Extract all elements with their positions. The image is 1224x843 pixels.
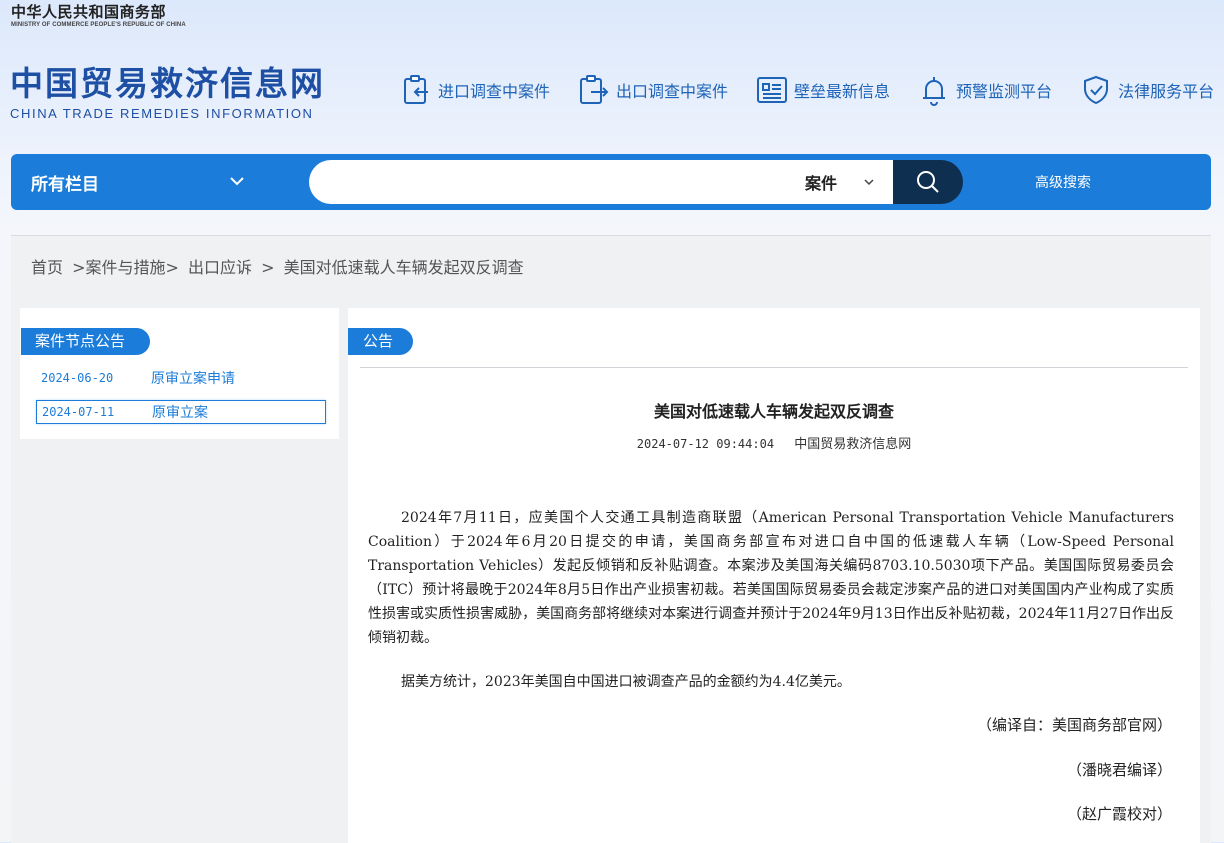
bell-icon: [923, 77, 946, 106]
article-paragraph: 2024年7月11日，应美国个人交通工具制造商联盟（American Perso…: [368, 510, 1174, 646]
case-node-panel: 案件节点公告 2024-06-20 原审立案申请 2024-07-11 原审立案: [20, 308, 339, 439]
article-title: 美国对低速载人车辆发起双反调查: [653, 402, 894, 421]
case-node-title: 案件节点公告: [21, 328, 150, 355]
article-tab: 公告: [348, 328, 413, 355]
nav-barrier-info[interactable]: 壁垒最新信息: [756, 72, 890, 108]
article-datetime: 2024-07-12 09:44:04: [636, 437, 775, 451]
site-title-cn: 中国贸易救济信息网: [10, 64, 325, 103]
nav-warning-platform[interactable]: 预警监测平台: [918, 72, 1052, 108]
case-node-date: 2024-07-11: [42, 405, 115, 419]
search-button[interactable]: [893, 160, 963, 204]
article-panel: 公告 美国对低速载人车辆发起双反调查 2024-07-12 09:44:04 中…: [348, 308, 1200, 843]
ministry-name-cn: 中华人民共和国商务部: [11, 3, 167, 21]
case-node-list: 2024-06-20 原审立案申请 2024-07-11 原审立案: [36, 366, 326, 434]
nav-export-cases-label: 出口调查中案件: [616, 82, 729, 101]
ministry-name-en: MINISTRY OF COMMERCE PEOPLE'S REPUBLIC O…: [11, 22, 186, 28]
case-node-label: 原审立案: [152, 405, 208, 421]
breadcrumb-cases[interactable]: >案件与措施>: [72, 258, 179, 277]
article-credit-source: （编译自：美国商务部官网）: [976, 716, 1172, 734]
case-node-item-active[interactable]: 2024-07-11 原审立案: [36, 400, 326, 424]
site-logo[interactable]: 中国贸易救济信息网 CHINA TRADE REMEDIES INFORMATI…: [10, 64, 325, 121]
nav-import-cases[interactable]: 进口调查中案件: [400, 72, 550, 108]
nav-warning-platform-label: 预警监测平台: [956, 82, 1053, 101]
export-case-icon: [580, 75, 609, 104]
chevron-down-icon: [230, 177, 244, 186]
article-source: 中国贸易救济信息网: [794, 437, 912, 452]
article-credit-proofreader: （赵广霞校对）: [1066, 805, 1172, 823]
category-select-label: 所有栏目: [31, 174, 99, 195]
breadcrumb-home[interactable]: 首页: [31, 258, 63, 277]
shield-check-icon: [1084, 75, 1109, 105]
barrier-info-icon: [757, 77, 788, 103]
site-title-en: CHINA TRADE REMEDIES INFORMATION: [10, 106, 314, 121]
nav-legal-platform-label: 法律服务平台: [1118, 82, 1215, 101]
nav-barrier-info-label: 壁垒最新信息: [794, 82, 891, 101]
nav-import-cases-label: 进口调查中案件: [438, 82, 551, 101]
advanced-search-link[interactable]: 高级搜索: [1035, 172, 1091, 192]
article-body: 2024年7月11日，应美国个人交通工具制造商联盟（American Perso…: [368, 506, 1174, 714]
search-bar: 所有栏目 案件 高级搜索: [11, 154, 1211, 210]
chevron-down-icon: [864, 179, 874, 186]
nav-export-cases[interactable]: 出口调查中案件: [578, 72, 728, 108]
search-box: 案件: [309, 160, 893, 204]
article-meta: 2024-07-12 09:44:04 中国贸易救济信息网: [348, 433, 1200, 452]
search-type-select[interactable]: 案件: [805, 160, 893, 204]
breadcrumb: 首页 >案件与措施> 出口应诉 > 美国对低速载人车辆发起双反调查: [31, 254, 528, 278]
divider: [360, 367, 1188, 368]
case-node-date: 2024-06-20: [41, 371, 114, 385]
import-case-icon: [404, 75, 428, 104]
breadcrumb-separator: >: [261, 258, 275, 277]
search-icon: [917, 171, 939, 193]
category-select[interactable]: 所有栏目: [31, 154, 244, 210]
article-paragraph: 据美方统计，2023年美国自中国进口被调查产品的金额约为4.4亿美元。: [401, 674, 851, 690]
article-credit-translator: （潘晓君编译）: [1066, 761, 1172, 779]
ministry-logo[interactable]: 中华人民共和国商务部 MINISTRY OF COMMERCE PEOPLE'S…: [11, 3, 186, 29]
nav-legal-platform[interactable]: 法律服务平台: [1080, 72, 1214, 108]
search-input[interactable]: [327, 168, 781, 198]
main-content: 首页 >案件与措施> 出口应诉 > 美国对低速载人车辆发起双反调查 案件节点公告…: [11, 235, 1211, 843]
case-node-label: 原审立案申请: [151, 371, 235, 387]
breadcrumb-current: 美国对低速载人车辆发起双反调查: [283, 258, 524, 277]
case-node-item[interactable]: 2024-06-20 原审立案申请: [36, 366, 326, 390]
breadcrumb-export[interactable]: 出口应诉: [188, 258, 252, 277]
top-nav: 进口调查中案件 出口调查中案件 壁垒最新信息 预警监测平台 法律服务平台: [400, 72, 1224, 108]
search-type-label: 案件: [805, 174, 838, 193]
